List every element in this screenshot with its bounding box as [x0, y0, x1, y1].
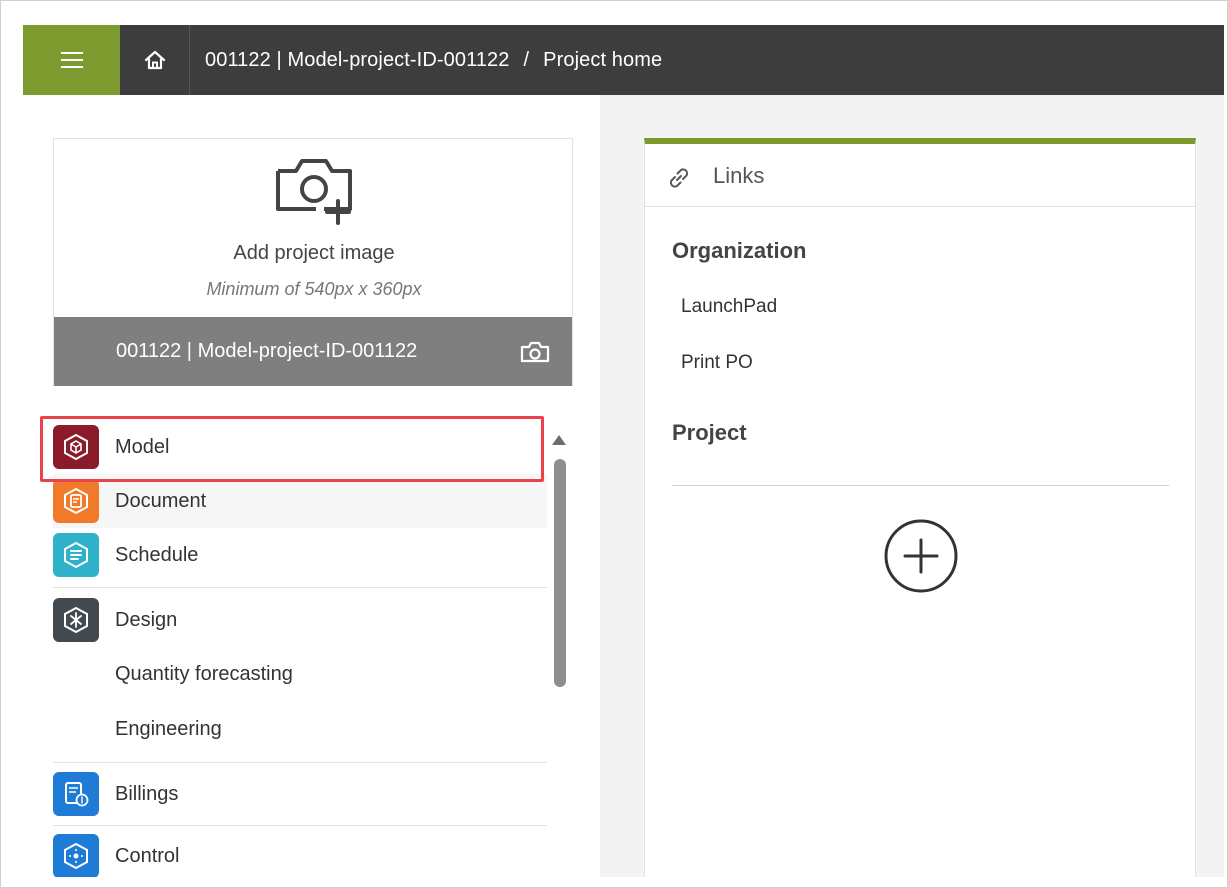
- nav-item-design[interactable]: Design: [53, 593, 547, 647]
- screenshot-frame: 001122 | Model-project-ID-001122 / Proje…: [0, 0, 1228, 888]
- hamburger-icon: [60, 52, 83, 68]
- link-item-print-po[interactable]: Print PO: [681, 352, 753, 374]
- nav-label: Schedule: [115, 543, 199, 566]
- nav-label: Design: [115, 608, 178, 631]
- home-button[interactable]: [120, 25, 190, 95]
- link-icon: [669, 168, 689, 188]
- breadcrumb-separator: /: [523, 48, 530, 71]
- scrollbar-thumb[interactable]: [554, 459, 566, 687]
- nav-label: Engineering: [115, 717, 222, 740]
- links-title: Links: [713, 162, 765, 188]
- links-header: Links: [645, 144, 1195, 207]
- billings-icon: [53, 772, 99, 816]
- add-project-image-label[interactable]: Add project image: [54, 242, 574, 265]
- breadcrumb-project[interactable]: 001122 | Model-project-ID-001122: [205, 49, 510, 72]
- links-panel: Links Organization LaunchPad Print PO Pr…: [644, 138, 1196, 877]
- nav-item-schedule[interactable]: Schedule: [53, 528, 547, 582]
- scroll-up-arrow[interactable]: [552, 435, 566, 445]
- project-image-card[interactable]: Add project image Minimum of 540px x 360…: [53, 138, 573, 386]
- project-name: 001122 | Model-project-ID-001122: [116, 340, 418, 362]
- nav-item-engineering[interactable]: Engineering: [53, 702, 547, 756]
- design-icon: [53, 598, 99, 642]
- module-nav: Model Document Schedule Design Quantity …: [23, 415, 600, 877]
- add-link-button[interactable]: [883, 518, 959, 594]
- breadcrumb: 001122 | Model-project-ID-001122 / Proje…: [205, 25, 662, 95]
- nav-label: Document: [115, 489, 207, 512]
- nav-label: Control: [115, 844, 180, 867]
- nav-item-document[interactable]: Document: [53, 474, 547, 528]
- nav-label: Model: [115, 435, 170, 458]
- nav-item-model[interactable]: Model: [53, 420, 547, 474]
- nav-item-control[interactable]: Control: [53, 829, 547, 877]
- link-item-launchpad[interactable]: LaunchPad: [681, 296, 777, 318]
- breadcrumb-page: Project home: [543, 48, 663, 71]
- control-icon: [53, 834, 99, 877]
- nav-label: Billings: [115, 782, 179, 805]
- home-icon: [144, 50, 165, 70]
- nav-divider: [53, 762, 547, 763]
- left-column: Add project image Minimum of 540px x 360…: [23, 95, 600, 877]
- camera-icon[interactable]: [520, 341, 550, 363]
- schedule-icon: [53, 533, 99, 577]
- project-name-bar: 001122 | Model-project-ID-001122: [54, 317, 572, 386]
- document-icon: [53, 479, 99, 523]
- nav-item-quantity-forecasting[interactable]: Quantity forecasting: [53, 647, 547, 701]
- image-size-hint: Minimum of 540px x 360px: [206, 279, 422, 299]
- nav-divider: [53, 825, 547, 826]
- project-title: Project: [672, 420, 747, 445]
- nav-label: Quantity forecasting: [115, 662, 293, 685]
- nav-item-billings[interactable]: Billings: [53, 767, 547, 821]
- top-bar: 001122 | Model-project-ID-001122 / Proje…: [23, 25, 1224, 95]
- organization-title: Organization: [672, 238, 807, 263]
- model-cube-icon: [53, 425, 99, 469]
- menu-button[interactable]: [23, 25, 120, 95]
- nav-divider: [53, 587, 547, 588]
- app-window: 001122 | Model-project-ID-001122 / Proje…: [23, 25, 1224, 877]
- section-divider: [672, 485, 1169, 486]
- camera-plus-icon: [276, 159, 352, 225]
